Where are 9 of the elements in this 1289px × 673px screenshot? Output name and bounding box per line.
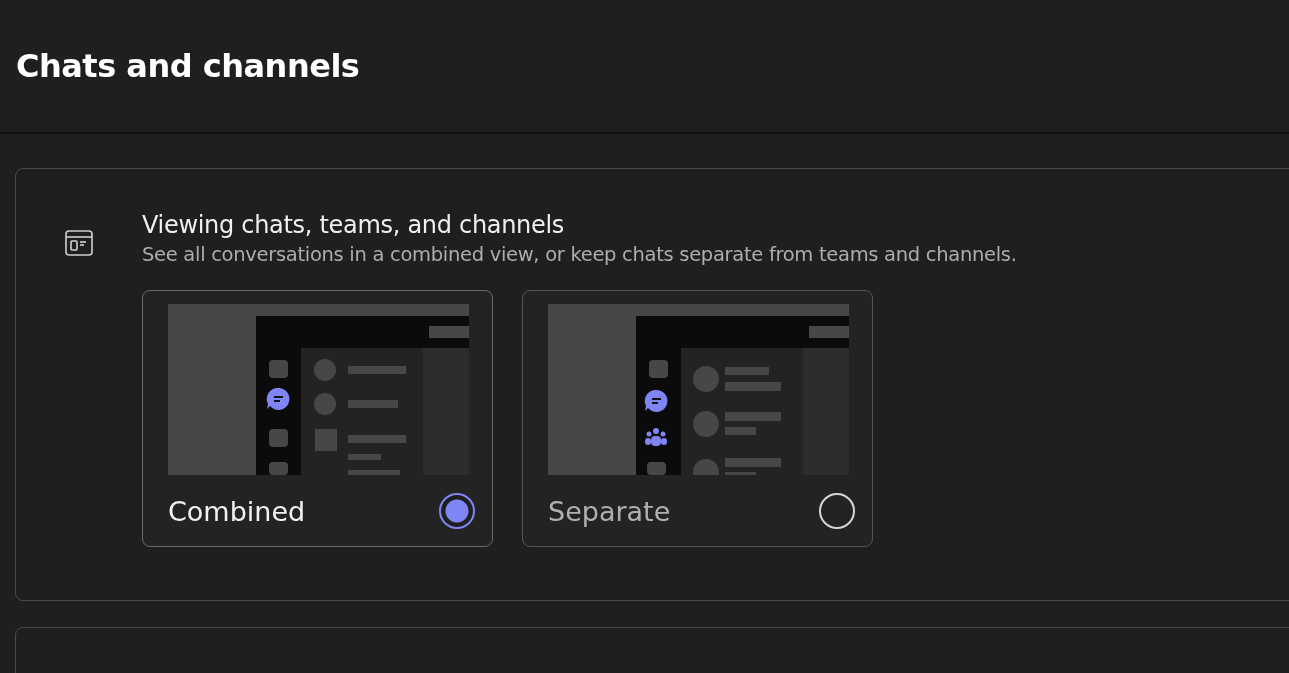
radio-button[interactable] bbox=[439, 493, 475, 529]
view-option-card[interactable]: Separate bbox=[522, 290, 873, 547]
section-description: See all conversations in a combined view, or keep chats separate from teams and channels. bbox=[142, 242, 1017, 268]
view-option-card[interactable]: Combined bbox=[142, 290, 493, 547]
option-label: Separate bbox=[548, 495, 671, 527]
option-label: Combined bbox=[168, 495, 306, 527]
window-layout-icon bbox=[63, 227, 95, 259]
page-title: Chats and channels bbox=[16, 47, 360, 85]
section-title: Viewing chats, teams, and channels bbox=[142, 210, 566, 241]
